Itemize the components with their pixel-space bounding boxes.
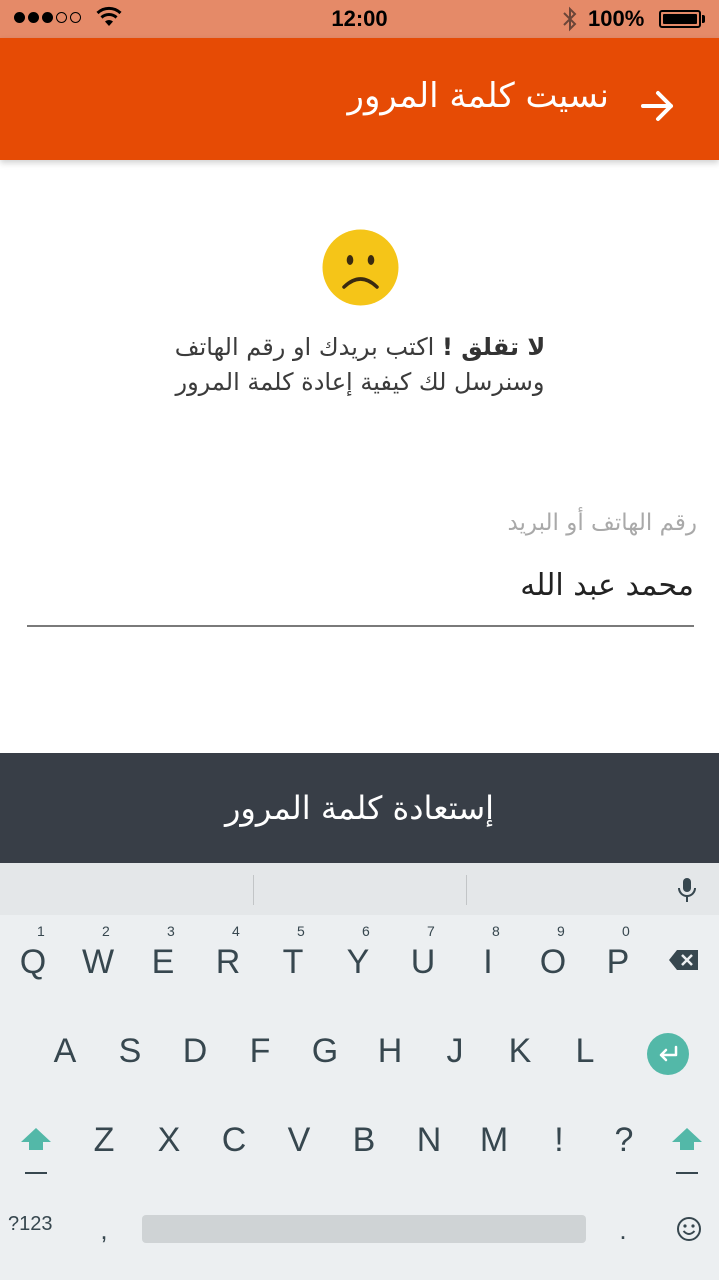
key-hint-number: 0 [622,923,630,939]
key-hint-number: 7 [427,923,435,939]
field-underline [27,625,694,627]
backspace-icon[interactable] [668,948,700,972]
key-k[interactable]: K [488,1016,552,1086]
key-hint-number: 1 [37,923,45,939]
key-hint-number: 3 [167,923,175,939]
key-label: W [81,942,115,981]
key-label: T [282,942,304,981]
status-bar: 12:00 100% [0,0,719,38]
message-bold: لا تقلق ! [441,333,546,361]
key-r[interactable]: 4R [196,923,260,997]
key-hint-number: 5 [297,923,305,939]
key-label: O [539,942,567,981]
keyboard: 1Q2W3E4R5T6Y7U8I9O0P ASDFGHJKL Z X C V B N M!?… [0,863,719,1280]
key-q[interactable]: 1Q [1,923,65,997]
enter-icon [659,1045,678,1062]
key-p[interactable]: 0P [586,923,650,997]
key-label: R [215,942,241,981]
app-bar: نسيت كلمة المرور [0,38,719,160]
key-w[interactable]: 2W [66,923,130,997]
shift-icon [672,1128,702,1150]
shift-right-button[interactable] [668,1125,708,1185]
key-x[interactable]: X [137,1105,201,1175]
key-exclamation[interactable]: ! [527,1105,591,1175]
key-i[interactable]: 8I [456,923,520,997]
key-c[interactable]: C [202,1105,266,1175]
key-l[interactable]: L [553,1016,617,1086]
key-u[interactable]: 7U [391,923,455,997]
key-j[interactable]: J [423,1016,487,1086]
bluetooth-icon [563,6,577,32]
info-message: لا تقلق ! اكتب بريدك او رقم الهاتف وسنرس… [100,330,620,400]
key-question[interactable]: ? [592,1105,656,1175]
key-h[interactable]: H [358,1016,422,1086]
key-hint-number: 9 [557,923,565,939]
key-label: I [483,942,493,981]
key-m[interactable]: M [462,1105,526,1175]
arrow-right-icon [641,91,673,121]
field-label: رقم الهاتف أو البريد [507,510,697,536]
key-label: P [606,942,630,981]
enter-button[interactable] [647,1033,689,1075]
key-label: Y [346,942,370,981]
key-b[interactable]: B [332,1105,396,1175]
key-label: U [410,942,436,981]
key-o[interactable]: 9O [521,923,585,997]
key-y[interactable]: 6Y [326,923,390,997]
shift-icon [21,1128,51,1150]
page-title: نسيت كلمة المرور [347,76,609,116]
key-hint-number: 6 [362,923,370,939]
phone-or-email-input[interactable] [27,555,694,615]
key-s[interactable]: S [98,1016,162,1086]
key-label: Q [19,942,47,981]
key-hint-number: 4 [232,923,240,939]
microphone-icon[interactable] [676,876,698,904]
key-v[interactable]: V [267,1105,331,1175]
key-d[interactable]: D [163,1016,227,1086]
key-g[interactable]: G [293,1016,357,1086]
key-e[interactable]: 3E [131,923,195,997]
suggestion-bar [0,863,719,915]
key-f[interactable]: F [228,1016,292,1086]
message-line1: اكتب بريدك او رقم الهاتف [174,333,442,361]
sad-face-icon [322,229,399,306]
comma-key[interactable]: , [72,1195,136,1265]
key-a[interactable]: A [33,1016,97,1086]
battery-icon [659,10,701,28]
emoji-icon[interactable] [676,1216,702,1242]
message-line2: وسنرسل لك كيفية إعادة كلمة المرور [175,368,545,396]
key-t[interactable]: 5T [261,923,325,997]
symbols-mode-key[interactable]: ?123 [8,1213,53,1236]
key-hint-number: 2 [102,923,110,939]
shift-left-button[interactable] [17,1125,57,1185]
key-z[interactable]: Z [72,1105,136,1175]
key-n[interactable]: N [397,1105,461,1175]
space-bar[interactable] [142,1215,586,1243]
back-button[interactable] [630,78,686,134]
key-label: E [151,942,175,981]
battery-percent: 100% [588,6,645,31]
recover-password-button[interactable]: إستعادة كلمة المرور [0,753,719,863]
period-key[interactable]: . [591,1195,655,1265]
key-hint-number: 8 [492,923,500,939]
